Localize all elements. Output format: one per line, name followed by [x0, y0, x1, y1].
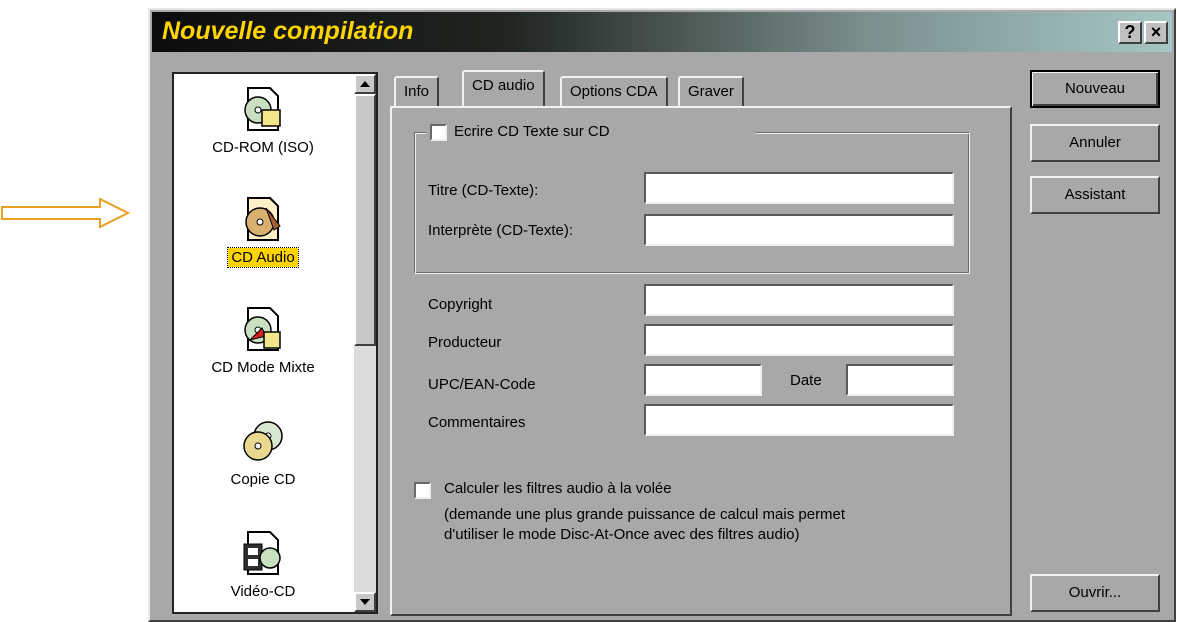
list-item-label: Copie CD	[230, 471, 296, 488]
open-button[interactable]: Ouvrir...	[1030, 574, 1160, 612]
cd-copy-icon	[243, 421, 283, 461]
list-item-cd-copy[interactable]: Copie CD	[174, 418, 352, 489]
list-item-cd-mixed-mode[interactable]: CD Mode Mixte	[174, 306, 352, 377]
scroll-thumb[interactable]	[354, 94, 376, 346]
tab-cd-audio[interactable]: CD audio	[462, 70, 545, 106]
title-label: Titre (CD-Texte):	[428, 182, 539, 199]
list-item-video-cd[interactable]: Vidéo-CD	[174, 530, 352, 601]
window-title: Nouvelle compilation	[162, 17, 414, 45]
title-bar: Nouvelle compilation ? ×	[152, 12, 1172, 52]
cd-text-checkbox-label: Ecrire CD Texte sur CD	[454, 123, 610, 140]
arrow-up-icon	[360, 81, 370, 87]
cd-text-artist-field[interactable]	[644, 214, 954, 246]
wizard-button[interactable]: Assistant	[1030, 176, 1160, 214]
cd-audio-icon	[245, 197, 281, 241]
annotation-arrow-icon	[1, 197, 130, 229]
video-cd-icon	[243, 531, 281, 575]
cancel-button[interactable]: Annuler	[1030, 124, 1160, 162]
comments-field[interactable]	[644, 404, 954, 436]
filters-checkbox-label: Calculer les filtres audio à la volée	[444, 480, 672, 497]
list-item-label: CD Mode Mixte	[211, 359, 315, 376]
list-scrollbar[interactable]	[354, 74, 376, 612]
cd-audio-panel: Ecrire CD Texte sur CD Titre (CD-Texte):…	[390, 106, 1012, 616]
filters-note-line1: (demande une plus grande puissance de ca…	[444, 506, 846, 523]
producer-label: Producteur	[428, 334, 502, 351]
list-item-label: Vidéo-CD	[230, 583, 296, 600]
upc-label: UPC/EAN-Code	[428, 376, 536, 393]
tab-graver[interactable]: Graver	[678, 76, 744, 106]
help-button[interactable]: ?	[1118, 21, 1142, 44]
copyright-field[interactable]	[644, 284, 954, 316]
comments-label: Commentaires	[428, 414, 526, 431]
list-item-cd-rom-iso[interactable]: CD-ROM (ISO)	[174, 86, 352, 157]
cd-text-checkbox[interactable]	[430, 124, 447, 141]
filters-note-line2: d'utiliser le mode Disc-At-Once avec des…	[444, 526, 800, 543]
tab-info[interactable]: Info	[394, 76, 440, 106]
list-item-label: CD-ROM (ISO)	[212, 139, 314, 156]
list-item-cd-audio[interactable]: CD Audio	[174, 196, 352, 268]
arrow-down-icon	[360, 599, 370, 605]
artist-label: Interprète (CD-Texte):	[428, 222, 574, 239]
cd-rom-iso-icon	[244, 87, 281, 131]
cd-text-legend: Ecrire CD Texte sur CD	[426, 122, 756, 144]
date-field[interactable]	[846, 364, 954, 396]
scroll-up-button[interactable]	[354, 74, 376, 94]
copyright-label: Copyright	[428, 296, 493, 313]
cd-mixed-mode-icon	[244, 307, 281, 351]
producer-field[interactable]	[644, 324, 954, 356]
new-button[interactable]: Nouveau	[1030, 70, 1160, 108]
compilation-type-list[interactable]: CD-ROM (ISO) CD Audio CD Mode Mixte Copi…	[172, 72, 378, 614]
close-button[interactable]: ×	[1144, 21, 1168, 44]
new-compilation-dialog: Nouvelle compilation ? × CD-ROM (ISO) CD…	[148, 8, 1176, 622]
filters-checkbox[interactable]	[414, 482, 431, 499]
list-item-label: CD Audio	[227, 247, 299, 268]
cd-text-title-field[interactable]	[644, 172, 954, 204]
tab-options-cda[interactable]: Options CDA	[560, 76, 668, 106]
scroll-down-button[interactable]	[354, 592, 376, 612]
upc-ean-code-field[interactable]	[644, 364, 762, 396]
date-label: Date	[790, 372, 822, 389]
